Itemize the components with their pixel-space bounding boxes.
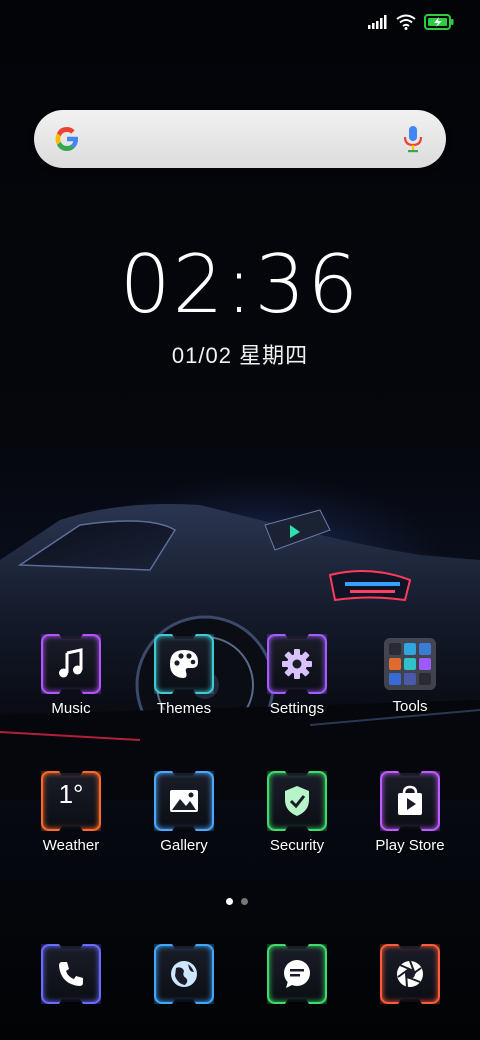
gear-icon xyxy=(269,636,325,692)
phone-icon xyxy=(43,946,99,1002)
app-music[interactable]: Music xyxy=(16,636,126,717)
app-play-store[interactable]: Play Store xyxy=(355,773,465,854)
clock-widget-time[interactable]: 02:36 xyxy=(0,238,480,331)
app-label: Music xyxy=(51,700,91,717)
car-wallpaper-image xyxy=(0,504,480,800)
app-settings[interactable]: Settings xyxy=(242,636,352,717)
app-label: Gallery xyxy=(160,837,208,854)
folder-grid-icon xyxy=(384,638,436,690)
app-label: Settings xyxy=(269,700,325,717)
shield-check-icon xyxy=(269,773,325,829)
app-label: Security xyxy=(269,837,325,854)
dock-camera[interactable] xyxy=(382,946,438,1002)
play-store-icon xyxy=(382,773,438,829)
browser-globe-icon xyxy=(156,946,212,1002)
app-themes[interactable]: Themes xyxy=(129,636,239,717)
page-dot[interactable] xyxy=(241,898,248,905)
page-indicator xyxy=(226,898,248,905)
page-dot-active[interactable] xyxy=(226,898,233,905)
app-label: Weather xyxy=(42,837,100,854)
microphone-icon[interactable] xyxy=(402,124,424,154)
google-g-icon xyxy=(55,127,78,151)
clock-widget-date: 01/02 星期四 xyxy=(171,343,309,368)
image-icon xyxy=(156,773,212,829)
app-label: Themes xyxy=(156,700,212,717)
palette-icon xyxy=(156,636,212,692)
dock-browser[interactable] xyxy=(156,946,212,1002)
app-security[interactable]: Security xyxy=(242,773,352,854)
wifi-icon xyxy=(396,14,416,30)
status-bar xyxy=(368,12,454,32)
google-search-bar[interactable] xyxy=(34,110,446,168)
weather-icon: 1° xyxy=(43,773,99,829)
weather-temperature: 1° xyxy=(58,779,84,809)
camera-shutter-icon xyxy=(382,946,438,1002)
message-icon xyxy=(269,946,325,1002)
music-note-icon xyxy=(43,636,99,692)
app-weather[interactable]: 1° Weather xyxy=(16,773,126,854)
dock-phone[interactable] xyxy=(43,946,99,1002)
signal-bars-icon xyxy=(368,15,387,29)
app-gallery[interactable]: Gallery xyxy=(129,773,239,854)
app-label: Tools xyxy=(392,698,428,715)
battery-charging-icon xyxy=(424,14,454,30)
app-tools-folder[interactable]: Tools xyxy=(355,636,465,715)
app-label: Play Store xyxy=(375,837,445,854)
dock-messages[interactable] xyxy=(269,946,325,1002)
